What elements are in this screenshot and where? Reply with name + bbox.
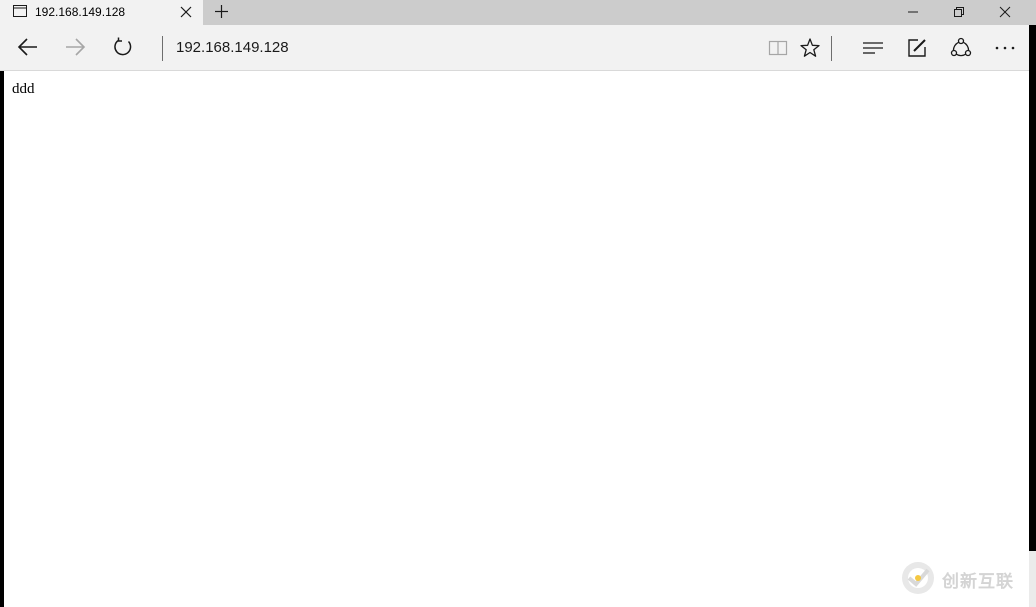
arrow-right-icon [66,38,86,56]
book-icon [768,40,788,56]
hub-icon [863,42,883,54]
toolbar-divider [831,36,832,61]
back-button[interactable] [6,25,50,71]
watermark: 创新互联 [892,551,1036,607]
minimize-icon [908,11,918,13]
new-tab-plus-icon[interactable] [213,3,230,20]
restore-button[interactable] [936,0,982,25]
add-favorite-button[interactable] [790,25,830,71]
browser-window: 192.168.149.128 192.168.149.128 ddd 创新互联 [0,0,1036,607]
hub-button[interactable] [852,25,892,71]
pen-icon [908,39,926,57]
address-divider [162,36,163,61]
close-icon [999,6,1011,18]
watermark-logo-icon [902,562,934,594]
restore-icon [954,7,964,17]
tab-close-icon[interactable] [178,4,194,20]
watermark-text: 创新互联 [942,572,1014,592]
tab-bar: 192.168.149.128 [0,0,1036,25]
arrow-left-icon [17,38,37,56]
web-note-button[interactable] [896,25,936,71]
minimize-button[interactable] [890,0,936,25]
share-icon [950,37,972,57]
tab-title: 192.168.149.128 [35,5,126,19]
share-button[interactable] [940,25,980,71]
more-icon [995,46,1015,50]
page-icon [13,5,27,17]
star-icon [800,38,820,57]
navigation-bar: 192.168.149.128 [0,25,1029,71]
address-input[interactable]: 192.168.149.128 [176,39,736,59]
refresh-button[interactable] [101,25,145,71]
active-tab[interactable]: 192.168.149.128 [0,0,203,25]
page-viewport: ddd [4,71,1029,607]
page-content-text: ddd [12,81,35,97]
refresh-icon [114,37,132,56]
close-window-button[interactable] [982,0,1028,25]
more-button[interactable] [984,25,1024,71]
forward-button[interactable] [53,25,97,71]
